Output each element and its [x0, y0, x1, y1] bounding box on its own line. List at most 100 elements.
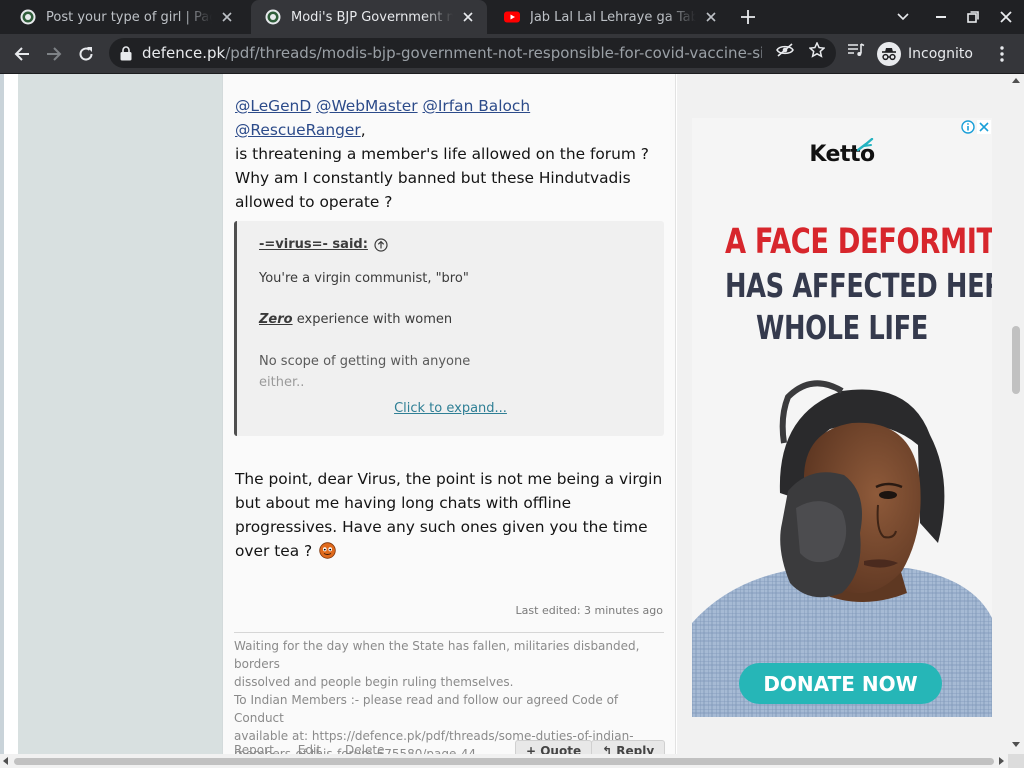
signature-line: Waiting for the day when the State has f…	[234, 639, 640, 671]
reload-button[interactable]	[72, 40, 100, 68]
last-edited: Last edited: 3 minutes ago	[515, 604, 663, 617]
post-text: over tea ?	[235, 542, 313, 560]
lock-icon[interactable]	[120, 45, 134, 61]
url-host: defence.pk	[142, 44, 226, 62]
tab-strip: Post your type of girl | Page Modi's BJP…	[0, 0, 1024, 34]
tab-youtube[interactable]: Jab Lal Lal Lehraye ga Tab	[490, 0, 730, 34]
forward-button[interactable]	[40, 40, 68, 68]
scroll-right-arrow[interactable]	[999, 757, 1004, 765]
incognito-icon	[877, 42, 901, 66]
browser-toolbar: defence.pk/pdf/threads/modis-bjp-governm…	[0, 34, 1024, 74]
post-user-pane	[18, 74, 223, 754]
post-text-line: over tea ?	[235, 539, 665, 563]
mention-link[interactable]: @RescueRanger	[235, 121, 361, 139]
scroll-thumb[interactable]	[1012, 326, 1020, 394]
scrollbar-corner	[1008, 754, 1024, 768]
donate-now-button[interactable]: DONATE NOW	[739, 663, 942, 704]
signature-divider	[234, 632, 664, 633]
close-icon	[1000, 11, 1012, 23]
mention-link[interactable]: @LeGenD	[235, 97, 311, 115]
post-reply: The point, dear Virus, the point is not …	[235, 467, 665, 563]
quote-block: -=virus=- said: You're a virgin communis…	[234, 221, 664, 436]
ad-headline: WHOLE LIFE	[755, 308, 929, 347]
quote-line-rest: experience with women	[292, 312, 453, 327]
signature-line: To Indian Members :- please read and fol…	[234, 693, 619, 725]
ad-close-icon[interactable]	[977, 120, 991, 134]
post-message: @LeGenD @WebMaster @Irfan Baloch @Rescue…	[223, 74, 676, 754]
ad-headline-red: A FACE DEFORMITY	[725, 222, 992, 262]
bird-logo-icon	[856, 138, 874, 152]
incognito-indicator[interactable]: Incognito	[877, 40, 973, 68]
url-text: defence.pk/pdf/threads/modis-bjp-governm…	[142, 44, 762, 62]
minimize-button[interactable]	[925, 0, 957, 34]
mention-link[interactable]: @Irfan Baloch	[423, 97, 531, 115]
ad-brand-logo: Ketto	[692, 138, 992, 167]
quote-line: No scope of getting with anyone	[259, 354, 471, 369]
signature: Waiting for the day when the State has f…	[234, 637, 664, 754]
page-border	[0, 74, 4, 754]
tab-title: Post your type of girl | Page	[46, 9, 212, 25]
media-control-icon[interactable]	[846, 40, 866, 60]
delete-link[interactable]: Delete	[345, 743, 384, 754]
edit-link[interactable]: Edit	[298, 743, 321, 754]
post-text: Why am I constantly banned but these Hin…	[235, 169, 631, 187]
minimize-icon	[936, 16, 946, 18]
post-text: but about me having long chats with offl…	[235, 494, 572, 512]
report-link[interactable]: Report	[234, 743, 274, 754]
scroll-left-arrow[interactable]	[3, 757, 8, 765]
bookmark-star-icon[interactable]	[807, 40, 827, 60]
signature-line: dissolved and people begin ruling themse…	[234, 675, 514, 689]
scroll-thumb[interactable]	[14, 758, 994, 765]
post-text: allowed to operate ?	[235, 193, 393, 211]
post-text: ,	[360, 121, 366, 139]
more-vert-icon	[1000, 46, 1004, 62]
quote-line: You're a virgin communist, "bro"	[259, 271, 469, 286]
post-text: progressives. Have any such ones given y…	[235, 518, 648, 536]
horizontal-scrollbar[interactable]	[0, 754, 1008, 768]
mention-link[interactable]: @WebMaster	[316, 97, 418, 115]
tab-modis-bjp[interactable]: Modi's BJP Government not	[251, 0, 487, 34]
reload-icon	[79, 47, 93, 61]
back-button[interactable]	[8, 40, 36, 68]
quote-author[interactable]: -=virus=- said:	[259, 237, 388, 252]
vertical-scrollbar[interactable]	[1008, 74, 1024, 754]
click-to-expand-link[interactable]: Click to expand...	[237, 401, 664, 416]
quote-line: Zero experience with women	[259, 312, 452, 327]
url-path: /pdf/threads/modis-bjp-government-not-re…	[225, 44, 762, 62]
arrow-right-icon	[47, 47, 62, 61]
post-intro: @LeGenD @WebMaster @Irfan Baloch @Rescue…	[235, 94, 665, 214]
youtube-favicon	[504, 11, 520, 23]
tab-search-button[interactable]	[887, 0, 919, 34]
quote-button[interactable]: + Quote	[515, 740, 593, 754]
tracking-blocked-icon[interactable]	[775, 40, 795, 60]
scroll-down-arrow[interactable]	[1012, 742, 1020, 747]
arrow-up-circle-icon[interactable]	[374, 237, 388, 252]
tab-title: Modi's BJP Government not	[291, 9, 453, 25]
close-tab-icon[interactable]	[218, 8, 236, 26]
quote-emphasis: Zero	[259, 312, 293, 327]
post-text: The point, dear Virus, the point is not …	[235, 470, 663, 488]
scroll-up-arrow[interactable]	[1012, 78, 1020, 83]
ad-info-icon[interactable]	[961, 120, 975, 134]
address-bar[interactable]: defence.pk/pdf/threads/modis-bjp-governm…	[109, 38, 836, 68]
restore-button[interactable]	[957, 0, 989, 34]
tab-post-your-type[interactable]: Post your type of girl | Page	[6, 0, 246, 34]
ad-headline: HAS AFFECTED HER	[725, 266, 992, 305]
browser-menu-button[interactable]	[992, 40, 1012, 68]
profile-label: Incognito	[908, 46, 973, 62]
close-window-button[interactable]	[990, 0, 1022, 34]
quote-author-text: -=virus=- said:	[259, 237, 368, 252]
page-viewport: @LeGenD @WebMaster @Irfan Baloch @Rescue…	[0, 74, 1008, 754]
post-text: is threatening a member's life allowed o…	[235, 145, 649, 163]
tab-title: Jab Lal Lal Lehraye ga Tab	[530, 9, 696, 25]
post-actions: Report Edit Delete	[234, 743, 384, 754]
close-tab-icon[interactable]	[459, 8, 477, 26]
chevron-down-icon	[897, 13, 909, 21]
restore-icon	[967, 11, 979, 23]
defence-pk-favicon	[265, 9, 281, 25]
close-tab-icon[interactable]	[702, 8, 720, 26]
new-tab-button[interactable]	[736, 5, 760, 29]
ketto-ad[interactable]: Ketto A FACE DEFORMITY HAS AFFECTED HER …	[692, 118, 992, 717]
quote-line: either..	[259, 375, 305, 390]
reply-button[interactable]: ↰ Reply	[591, 740, 666, 754]
